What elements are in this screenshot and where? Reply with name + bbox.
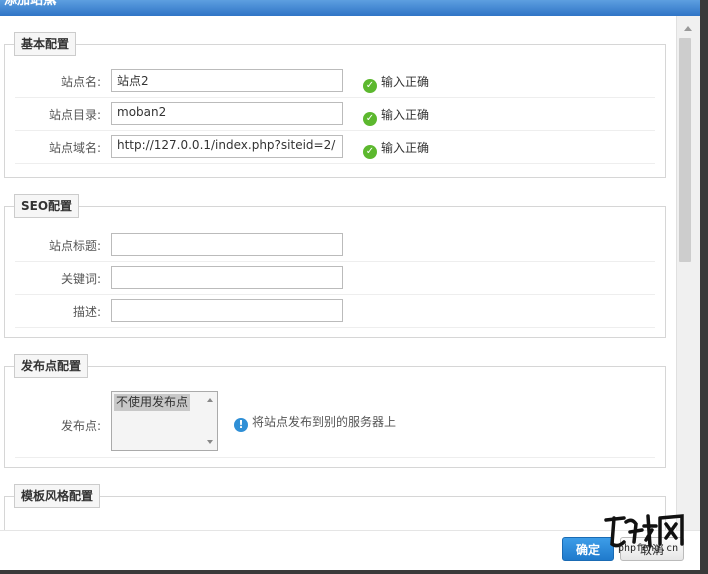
publish-point-row: 发布点: 不使用发布点 ! 将站点发布到别的服务器上 [15, 381, 655, 458]
basic-config-section: 基本配置 站点名: 站点2 ✓ 输入正确 站点目录: moban2 ✓ 输入正确 站… [4, 32, 666, 178]
publish-point-select[interactable]: 不使用发布点 [111, 391, 218, 451]
dialog-content: 基本配置 站点名: 站点2 ✓ 输入正确 站点目录: moban2 ✓ 输入正确 站… [0, 16, 676, 530]
description-label: 描述: [72, 305, 101, 319]
description-input[interactable] [111, 299, 343, 322]
site-domain-row: 站点域名: http://127.0.0.1/index.php?siteid=… [15, 131, 655, 164]
vertical-scrollbar[interactable] [676, 16, 700, 530]
publish-hint-text: 将站点发布到别的服务器上 [252, 415, 397, 429]
info-icon: ! [234, 418, 248, 432]
site-name-label: 站点名: [60, 75, 101, 89]
template-config-legend: 模板风格配置 [14, 484, 101, 508]
close-icon[interactable]: × [47, 0, 59, 8]
scroll-down-icon[interactable] [207, 440, 213, 444]
site-title-label: 站点标题: [48, 239, 101, 253]
publish-config-section: 发布点配置 发布点: 不使用发布点 ! 将站点发布到别的服务器上 [4, 354, 666, 468]
site-dir-label: 站点目录: [48, 108, 101, 122]
site-domain-input[interactable]: http://127.0.0.1/index.php?siteid=2/ [111, 135, 343, 158]
publish-hint: ! 将站点发布到别的服务器上 [234, 413, 396, 432]
site-dir-input[interactable]: moban2 [111, 102, 343, 125]
watermark-text: phpfeng.cn [618, 543, 679, 554]
site-name-input[interactable]: 站点2 [111, 69, 343, 92]
site-name-status: ✓ 输入正确 [363, 73, 429, 93]
site-title-input[interactable] [111, 233, 343, 256]
description-row: 描述: [15, 295, 655, 328]
keywords-row: 关键词: [15, 262, 655, 295]
basic-config-legend: 基本配置 [14, 32, 77, 56]
check-icon: ✓ [363, 112, 377, 126]
add-site-dialog: 添加站点 × 基本配置 站点名: 站点2 ✓ 输入正确 站点目录: moban2 … [0, 0, 700, 570]
publish-config-legend: 发布点配置 [14, 354, 89, 378]
confirm-button[interactable]: 确定 [562, 537, 614, 561]
scrollbar-thumb[interactable] [679, 38, 691, 262]
keywords-label: 关键词: [60, 272, 101, 286]
dialog-footer: 确定 取消 [0, 530, 700, 570]
site-domain-label: 站点域名: [48, 141, 101, 155]
site-name-row: 站点名: 站点2 ✓ 输入正确 [15, 65, 655, 98]
template-config-section: 模板风格配置 [4, 484, 666, 530]
dialog-title-bar: 添加站点 × [0, 0, 700, 16]
site-title-row: 站点标题: [15, 229, 655, 262]
site-domain-status: ✓ 输入正确 [363, 139, 429, 159]
publish-point-option[interactable]: 不使用发布点 [114, 394, 191, 411]
site-dir-status: ✓ 输入正确 [363, 106, 429, 126]
check-icon: ✓ [363, 145, 377, 159]
keywords-input[interactable] [111, 266, 343, 289]
check-icon: ✓ [363, 79, 377, 93]
scroll-up-icon[interactable] [207, 398, 213, 402]
site-name-status-text: 输入正确 [381, 75, 430, 89]
publish-point-label: 发布点: [60, 419, 101, 433]
seo-config-legend: SEO配置 [14, 194, 80, 218]
site-domain-status-text: 输入正确 [381, 141, 430, 155]
site-dir-row: 站点目录: moban2 ✓ 输入正确 [15, 98, 655, 131]
site-dir-status-text: 输入正确 [381, 108, 430, 122]
seo-config-section: SEO配置 站点标题: 关键词: 描述: [4, 194, 666, 338]
scroll-up-arrow-icon[interactable] [684, 26, 692, 31]
